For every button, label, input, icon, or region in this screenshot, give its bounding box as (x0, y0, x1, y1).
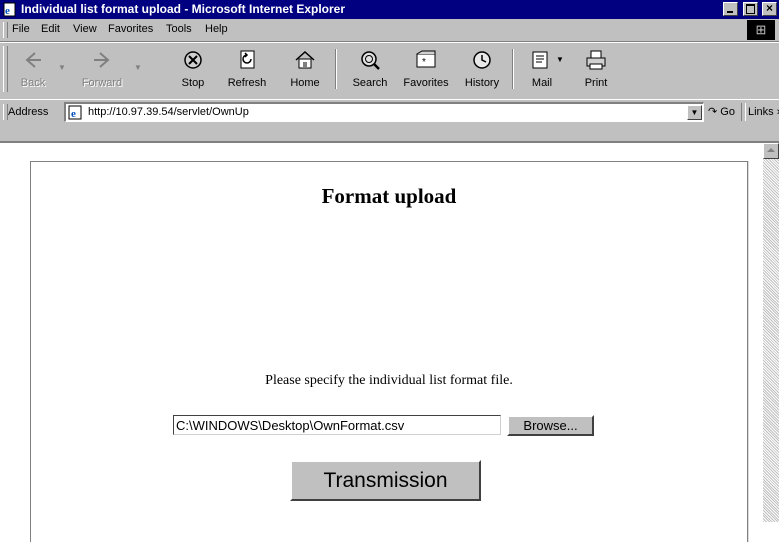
search-button[interactable]: Search (345, 43, 395, 97)
links-separator (741, 103, 746, 121)
mail-dropdown-icon[interactable]: ▼ (556, 55, 564, 64)
menu-edit[interactable]: Edit (41, 23, 60, 35)
forward-label: Forward (81, 77, 123, 89)
history-button[interactable]: History (460, 43, 504, 97)
windows-logo-icon: ⊞ (747, 20, 775, 40)
window-title: Individual list format upload - Microsof… (21, 2, 346, 16)
menubar-grip[interactable] (3, 22, 8, 38)
menu-file[interactable]: File (12, 23, 30, 35)
toolbar-separator (512, 49, 514, 89)
instruction-text: Please specify the individual list forma… (265, 373, 513, 388)
ie-page-icon: e (3, 2, 16, 17)
back-label: Back (20, 77, 46, 89)
scroll-up-arrow-icon[interactable] (763, 143, 779, 159)
address-bar: Address e http://10.97.39.54/servlet/Own… (0, 99, 779, 126)
history-label: History (464, 77, 500, 89)
standard-toolbar: Back ▼ Forward ▼ Stop Refresh Home Searc… (0, 42, 779, 100)
links-button[interactable]: Links » (748, 106, 779, 118)
toolbar-separator (335, 49, 337, 89)
back-dropdown-icon[interactable]: ▼ (58, 63, 66, 72)
back-button[interactable]: Back (12, 43, 54, 97)
transmission-button[interactable]: Transmission (290, 460, 481, 501)
forward-dropdown-icon[interactable]: ▼ (134, 63, 142, 72)
refresh-icon (240, 50, 255, 69)
home-button[interactable]: Home (283, 43, 327, 97)
browser-chrome: File Edit View Favorites Tools Help ⊞ Ba… (0, 19, 779, 141)
mail-label: Mail (531, 77, 553, 89)
page-title: Format upload (321, 184, 457, 208)
menu-help[interactable]: Help (205, 23, 228, 35)
home-label: Home (290, 77, 320, 89)
toolbar-grip[interactable] (3, 46, 8, 92)
svg-text:e: e (71, 108, 76, 120)
mail-button[interactable]: Mail (522, 43, 562, 97)
menu-view[interactable]: View (73, 23, 97, 35)
address-dropdown-icon[interactable]: ▼ (687, 105, 702, 120)
search-icon (361, 51, 380, 70)
print-icon (586, 50, 606, 70)
browse-button[interactable]: Browse... (507, 415, 594, 436)
address-url: http://10.97.39.54/servlet/OwnUp (88, 106, 249, 118)
stop-label: Stop (181, 77, 205, 89)
refresh-button[interactable]: Refresh (223, 43, 271, 97)
stop-button[interactable]: Stop (173, 43, 213, 97)
content-frame: Format upload Please specify the individ… (30, 161, 748, 542)
page-viewport: Format upload Please specify the individ… (0, 143, 779, 542)
file-path-input[interactable] (173, 415, 501, 435)
ie-page-icon: e (68, 105, 82, 120)
forward-button[interactable]: Forward (74, 43, 130, 97)
search-label: Search (352, 77, 388, 89)
menu-bar: File Edit View Favorites Tools Help ⊞ (0, 19, 779, 42)
go-label: Go (720, 106, 735, 118)
print-button[interactable]: Print (578, 43, 614, 97)
refresh-label: Refresh (227, 77, 267, 89)
back-arrow-icon (25, 52, 41, 68)
favorites-label: Favorites (403, 77, 449, 89)
address-label: Address (8, 106, 49, 118)
stop-icon (184, 51, 202, 69)
go-button[interactable]: ↷ Go (708, 105, 735, 118)
favorites-icon: * (416, 50, 436, 68)
maximize-icon[interactable] (742, 2, 758, 16)
print-label: Print (584, 77, 608, 89)
minimize-icon[interactable] (723, 2, 739, 16)
title-bar[interactable]: e Individual list format upload - Micros… (0, 0, 779, 19)
favorites-button[interactable]: * Favorites (397, 43, 455, 97)
address-input[interactable]: e http://10.97.39.54/servlet/OwnUp ▼ (64, 102, 704, 122)
close-icon[interactable]: × (762, 1, 777, 16)
forward-arrow-icon (94, 52, 110, 68)
svg-text:e: e (5, 5, 10, 17)
mail-icon (532, 51, 548, 69)
menu-favorites[interactable]: Favorites (108, 23, 153, 35)
go-arrow-icon: ↷ (708, 106, 718, 118)
home-icon (295, 50, 315, 69)
svg-text:*: * (422, 57, 426, 68)
history-icon (473, 51, 491, 69)
menu-tools[interactable]: Tools (166, 23, 192, 35)
vertical-scrollbar[interactable] (763, 143, 779, 522)
